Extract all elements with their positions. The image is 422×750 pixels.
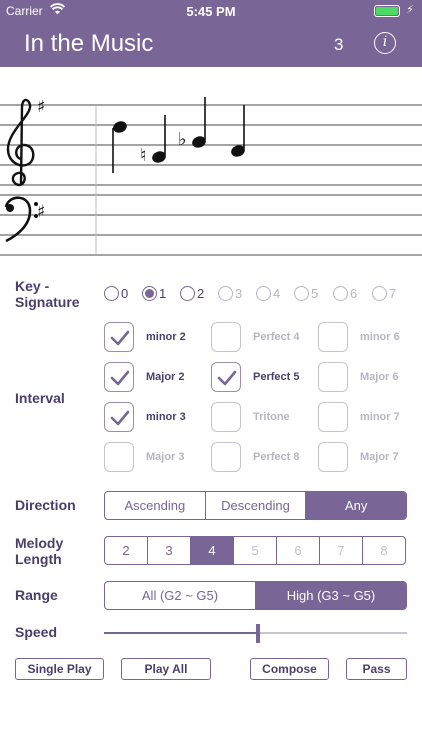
music-staff: ♯ ♯ ♮ ♭ xyxy=(0,97,422,256)
interval-checkbox-minor-2[interactable] xyxy=(104,322,134,352)
checkmark-icon xyxy=(110,330,130,346)
length-segment-5[interactable]: 5 xyxy=(234,537,277,564)
direction-segment-ascending[interactable]: Ascending xyxy=(105,492,206,519)
direction-segmented-control[interactable]: Ascending Descending Any xyxy=(104,491,407,520)
interval-label-tritone: Tritone xyxy=(253,411,290,423)
status-bar: Carrier 5:45 PM ⚡ xyxy=(0,0,422,22)
range-label: Range xyxy=(15,587,58,603)
radio-label: 1 xyxy=(159,285,167,301)
treble-clef-icon xyxy=(6,98,35,187)
direction-label: Direction xyxy=(15,497,76,513)
sharp-treble-icon: ♯ xyxy=(37,97,45,117)
note-4 xyxy=(231,105,245,157)
key-signature-radio-5: 5 xyxy=(294,285,318,301)
length-segment-8[interactable]: 8 xyxy=(363,537,405,564)
interval-checkbox-major-7[interactable] xyxy=(318,442,348,472)
interval-label-major-2: Major 2 xyxy=(146,371,185,383)
length-segment-7[interactable]: 7 xyxy=(320,537,363,564)
key-signature-radio-7: 7 xyxy=(372,285,396,301)
interval-label-minor-7: minor 7 xyxy=(360,411,400,423)
interval-label-minor-6: minor 6 xyxy=(360,331,400,343)
radio-label: 6 xyxy=(350,285,358,301)
radio-label: 0 xyxy=(121,285,129,301)
melody-length-label-line1: Melody xyxy=(15,535,64,551)
interval-checkbox-minor-7[interactable] xyxy=(318,402,348,432)
radio-label: 2 xyxy=(197,285,205,301)
radio-label: 3 xyxy=(235,285,243,301)
page-title: In the Music xyxy=(24,30,154,57)
checkmark-icon xyxy=(110,410,130,426)
interval-checkbox-minor-3[interactable] xyxy=(104,402,134,432)
range-segmented-control[interactable]: All (G2 ~ G5) High (G3 ~ G5) xyxy=(104,581,407,610)
interval-label-minor-2: minor 2 xyxy=(146,331,186,343)
direction-segment-descending[interactable]: Descending xyxy=(206,492,307,519)
single-play-button[interactable]: Single Play xyxy=(15,658,104,680)
interval-label-perfect-4: Perfect 4 xyxy=(253,331,300,343)
interval-checkbox-tritone[interactable] xyxy=(211,402,241,432)
info-button[interactable]: i xyxy=(374,32,396,54)
interval-label-perfect-8: Perfect 8 xyxy=(253,451,300,463)
play-all-button[interactable]: Play All xyxy=(121,658,211,680)
radio-label: 7 xyxy=(389,285,397,301)
key-signature-radio-4: 4 xyxy=(256,285,280,301)
range-segment-all-g2-g5-[interactable]: All (G2 ~ G5) xyxy=(105,582,256,609)
melody-length-segmented-control[interactable]: 2345678 xyxy=(104,536,406,565)
interval-label-major-3: Major 3 xyxy=(146,451,185,463)
interval-label-major-7: Major 7 xyxy=(360,451,399,463)
interval-label-minor-3: minor 3 xyxy=(146,411,186,423)
interval-checkbox-perfect-5[interactable] xyxy=(211,362,241,392)
speed-slider-fill xyxy=(104,632,256,634)
battery-icon xyxy=(374,5,400,17)
navigation-bar: Carrier 5:45 PM ⚡ In the Music 3 i xyxy=(0,0,422,67)
radio-circle xyxy=(142,285,157,301)
direction-segment-any[interactable]: Any xyxy=(306,492,406,519)
interval-label-major-6: Major 6 xyxy=(360,371,399,383)
key-signature-radio-2[interactable]: 2 xyxy=(180,285,204,301)
key-signature-radio-0[interactable]: 0 xyxy=(104,285,128,301)
key-signature-label-line1: Key - xyxy=(15,278,50,294)
speed-slider-thumb[interactable] xyxy=(255,624,260,643)
interval-label: Interval xyxy=(15,390,65,406)
radio-circle xyxy=(256,285,271,301)
length-segment-4[interactable]: 4 xyxy=(191,537,234,564)
svg-text:♭: ♭ xyxy=(178,129,187,150)
radio-circle xyxy=(180,285,195,301)
checkmark-icon xyxy=(110,370,130,386)
radio-circle xyxy=(333,285,348,301)
radio-circle xyxy=(218,285,233,301)
status-time: 5:45 PM xyxy=(186,4,236,19)
interval-checkbox-perfect-8[interactable] xyxy=(211,442,241,472)
interval-checkbox-minor-6[interactable] xyxy=(318,322,348,352)
interval-checkbox-major-2[interactable] xyxy=(104,362,134,392)
charging-icon: ⚡ xyxy=(406,4,414,16)
length-segment-6[interactable]: 6 xyxy=(277,537,320,564)
range-segment-high-g3-g5-[interactable]: High (G3 ~ G5) xyxy=(256,582,406,609)
key-signature-label-line2: Signature xyxy=(15,294,80,310)
interval-checkbox-major-6[interactable] xyxy=(318,362,348,392)
key-signature-label: Key - Signature xyxy=(15,278,80,310)
radio-label: 5 xyxy=(311,285,319,301)
radio-label: 4 xyxy=(273,285,281,301)
sharp-bass-icon: ♯ xyxy=(37,202,45,222)
svg-text:♮: ♮ xyxy=(140,145,146,166)
melody-length-label-line2: Length xyxy=(15,551,62,567)
checkmark-icon xyxy=(217,370,237,386)
note-2: ♮ xyxy=(140,115,166,166)
key-signature-radio-3: 3 xyxy=(218,285,242,301)
length-segment-2[interactable]: 2 xyxy=(105,537,148,564)
key-signature-radio-6: 6 xyxy=(333,285,357,301)
radio-circle xyxy=(294,285,309,301)
interval-label-perfect-5: Perfect 5 xyxy=(253,371,300,383)
key-signature-radio-1[interactable]: 1 xyxy=(142,285,166,301)
radio-circle xyxy=(104,285,119,301)
interval-checkbox-perfect-4[interactable] xyxy=(211,322,241,352)
question-count: 3 xyxy=(334,35,344,54)
compose-button[interactable]: Compose xyxy=(250,658,329,680)
length-segment-3[interactable]: 3 xyxy=(148,537,191,564)
speed-label: Speed xyxy=(15,624,58,640)
melody-length-label: Melody Length xyxy=(15,535,63,567)
pass-button[interactable]: Pass xyxy=(346,658,407,680)
interval-checkbox-major-3[interactable] xyxy=(104,442,134,472)
radio-circle xyxy=(372,285,387,301)
